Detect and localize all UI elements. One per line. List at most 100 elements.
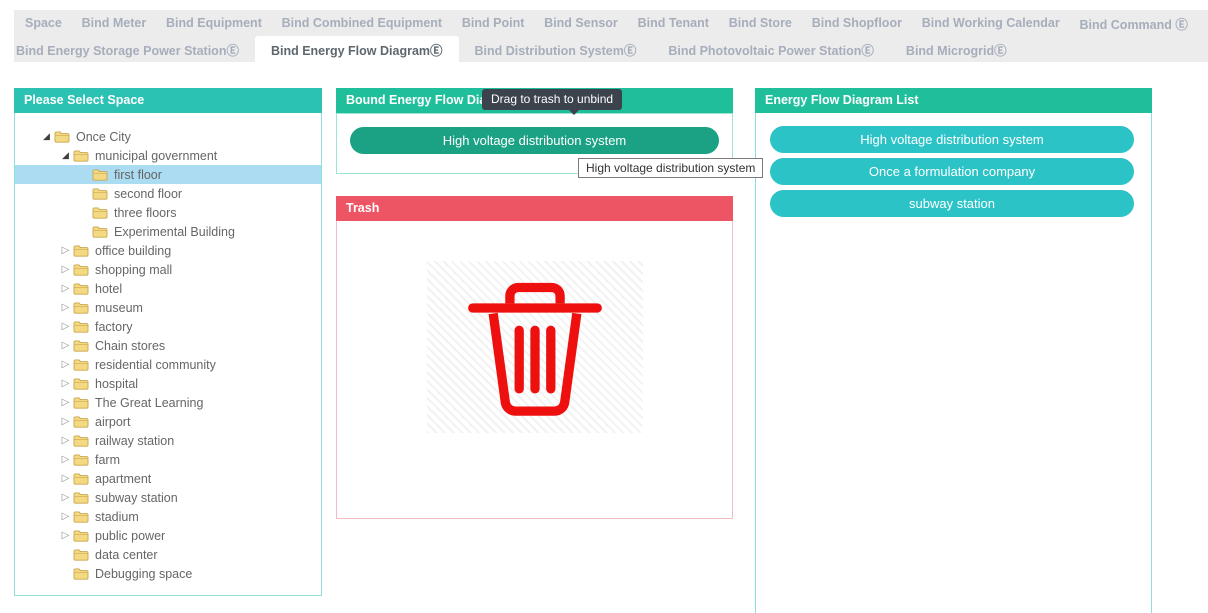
tree-item-label: The Great Learning — [95, 396, 203, 410]
tree-collapsed-icon[interactable]: ▷ — [58, 241, 73, 260]
tab-row-secondary: Bind Energy Storage Power StationⒺ Bind … — [14, 36, 1208, 62]
tree-item-label: factory — [95, 320, 133, 334]
tree-item-experimental-building[interactable]: Experimental Building — [15, 222, 321, 241]
tab-bind-energy-storage-power-station[interactable]: Bind Energy Storage Power StationⒺ — [14, 36, 255, 62]
hover-tooltip: High voltage distribution system — [578, 158, 763, 178]
tree-collapsed-icon[interactable]: ▷ — [58, 450, 73, 469]
tree-item-label: residential community — [95, 358, 216, 372]
tab-space[interactable]: Space — [25, 16, 62, 30]
folder-icon — [73, 301, 89, 314]
diagram-list-item-high-voltage[interactable]: High voltage distribution system — [770, 126, 1134, 153]
tree-item-label: three floors — [114, 206, 177, 220]
diagram-list-panel-title: Energy Flow Diagram List — [755, 88, 1152, 113]
tree-item-shopping-mall[interactable]: ▷ shopping mall — [15, 260, 321, 279]
tree-item-label: airport — [95, 415, 130, 429]
tree-collapsed-icon[interactable]: ▷ — [58, 336, 73, 355]
tree-item-label: data center — [95, 548, 158, 562]
tree-item-label: museum — [95, 301, 143, 315]
tree-expanded-icon[interactable]: ◢ — [58, 146, 73, 165]
tree-collapsed-icon[interactable]: ▷ — [58, 507, 73, 526]
folder-icon — [92, 206, 108, 219]
tree-item-first-floor[interactable]: first floor — [15, 165, 321, 184]
tab-bind-microgrid[interactable]: Bind MicrogridⒺ — [890, 36, 1023, 62]
tree-item-public-power[interactable]: ▷ public power — [15, 526, 321, 545]
tree-item-hotel[interactable]: ▷ hotel — [15, 279, 321, 298]
tab-bind-sensor[interactable]: Bind Sensor — [544, 16, 618, 30]
bound-diagram-pill[interactable]: High voltage distribution system — [350, 127, 719, 154]
tree-item-once-city[interactable]: ◢ Once City — [15, 127, 321, 146]
tab-bind-distribution-system[interactable]: Bind Distribution SystemⒺ — [459, 36, 653, 62]
tree-item-label: stadium — [95, 510, 139, 524]
tab-row-primary: Space Bind Meter Bind Equipment Bind Com… — [14, 10, 1208, 36]
tree-collapsed-icon[interactable]: ▷ — [58, 412, 73, 431]
tree-item-label: subway station — [95, 491, 178, 505]
tree-collapsed-icon[interactable]: ▷ — [58, 526, 73, 545]
tree-item-railway-station[interactable]: ▷ railway station — [15, 431, 321, 450]
tab-bind-energy-flow-diagram[interactable]: Bind Energy Flow DiagramⒺ — [255, 36, 459, 62]
folder-icon — [73, 396, 89, 409]
tab-bind-photovoltaic-power-station[interactable]: Bind Photovoltaic Power StationⒺ — [652, 36, 890, 62]
tree-item-second-floor[interactable]: second floor — [15, 184, 321, 203]
tree-item-label: office building — [95, 244, 171, 258]
tab-bind-command[interactable]: Bind Command Ⓔ — [1080, 14, 1188, 33]
tree-collapsed-icon[interactable]: ▷ — [58, 355, 73, 374]
tab-bind-meter[interactable]: Bind Meter — [82, 16, 147, 30]
tree-collapsed-icon[interactable]: ▷ — [58, 469, 73, 488]
tab-bind-store[interactable]: Bind Store — [729, 16, 792, 30]
tree-item-label: Experimental Building — [114, 225, 235, 239]
tree-collapsed-icon[interactable]: ▷ — [58, 279, 73, 298]
tab-bind-tenant[interactable]: Bind Tenant — [638, 16, 709, 30]
folder-icon — [73, 244, 89, 257]
trash-hatch-area — [427, 261, 643, 433]
tree-item-label: Chain stores — [95, 339, 165, 353]
tree-collapsed-icon[interactable]: ▷ — [58, 260, 73, 279]
folder-icon — [92, 187, 108, 200]
tree-item-apartment[interactable]: ▷ apartment — [15, 469, 321, 488]
trash-panel-title: Trash — [336, 196, 733, 221]
tree-item-office-building[interactable]: ▷ office building — [15, 241, 321, 260]
folder-icon — [73, 510, 89, 523]
folder-icon — [73, 567, 89, 580]
tree-collapsed-icon[interactable]: ▷ — [58, 317, 73, 336]
tree-item-data-center[interactable]: data center — [15, 545, 321, 564]
folder-icon — [73, 415, 89, 428]
tab-bind-equipment[interactable]: Bind Equipment — [166, 16, 262, 30]
tree-item-museum[interactable]: ▷ museum — [15, 298, 321, 317]
tree-item-subway-station[interactable]: ▷ subway station — [15, 488, 321, 507]
tree-item-factory[interactable]: ▷ factory — [15, 317, 321, 336]
tree-collapsed-icon[interactable]: ▷ — [58, 431, 73, 450]
tree-collapsed-icon[interactable]: ▷ — [58, 374, 73, 393]
tree-item-label: shopping mall — [95, 263, 172, 277]
folder-icon — [92, 225, 108, 238]
tree-expanded-icon[interactable]: ◢ — [39, 127, 54, 146]
drag-to-trash-tooltip: Drag to trash to unbind — [482, 89, 622, 110]
tree-collapsed-icon[interactable]: ▷ — [58, 298, 73, 317]
diagram-list-item-once-formulation[interactable]: Once a formulation company — [770, 158, 1134, 185]
tree-item-debugging-space[interactable]: Debugging space — [15, 564, 321, 583]
tab-bind-working-calendar[interactable]: Bind Working Calendar — [922, 16, 1060, 30]
tree-item-label: railway station — [95, 434, 174, 448]
tree-item-farm[interactable]: ▷ farm — [15, 450, 321, 469]
diagram-list-item-subway-station[interactable]: subway station — [770, 190, 1134, 217]
tree-item-label: hospital — [95, 377, 138, 391]
tree-collapsed-icon[interactable]: ▷ — [58, 393, 73, 412]
tree-item-stadium[interactable]: ▷ stadium — [15, 507, 321, 526]
tree-item-residential-community[interactable]: ▷ residential community — [15, 355, 321, 374]
folder-icon — [73, 282, 89, 295]
tree-item-airport[interactable]: ▷ airport — [15, 412, 321, 431]
tree-item-hospital[interactable]: ▷ hospital — [15, 374, 321, 393]
space-tree: ◢ Once City ◢ municipal government first… — [14, 113, 322, 596]
folder-icon — [73, 149, 89, 162]
trash-icon — [437, 268, 633, 426]
tab-bind-combined-equipment[interactable]: Bind Combined Equipment — [282, 16, 442, 30]
folder-icon — [73, 320, 89, 333]
trash-drop-zone[interactable] — [336, 221, 733, 519]
tree-item-the-great-learning[interactable]: ▷ The Great Learning — [15, 393, 321, 412]
diagram-list: High voltage distribution system Once a … — [755, 113, 1152, 613]
tree-item-three-floors[interactable]: three floors — [15, 203, 321, 222]
tree-item-chain-stores[interactable]: ▷ Chain stores — [15, 336, 321, 355]
tree-collapsed-icon[interactable]: ▷ — [58, 488, 73, 507]
tab-bind-point[interactable]: Bind Point — [462, 16, 525, 30]
tree-item-municipal-government[interactable]: ◢ municipal government — [15, 146, 321, 165]
tab-bind-shopfloor[interactable]: Bind Shopfloor — [812, 16, 902, 30]
